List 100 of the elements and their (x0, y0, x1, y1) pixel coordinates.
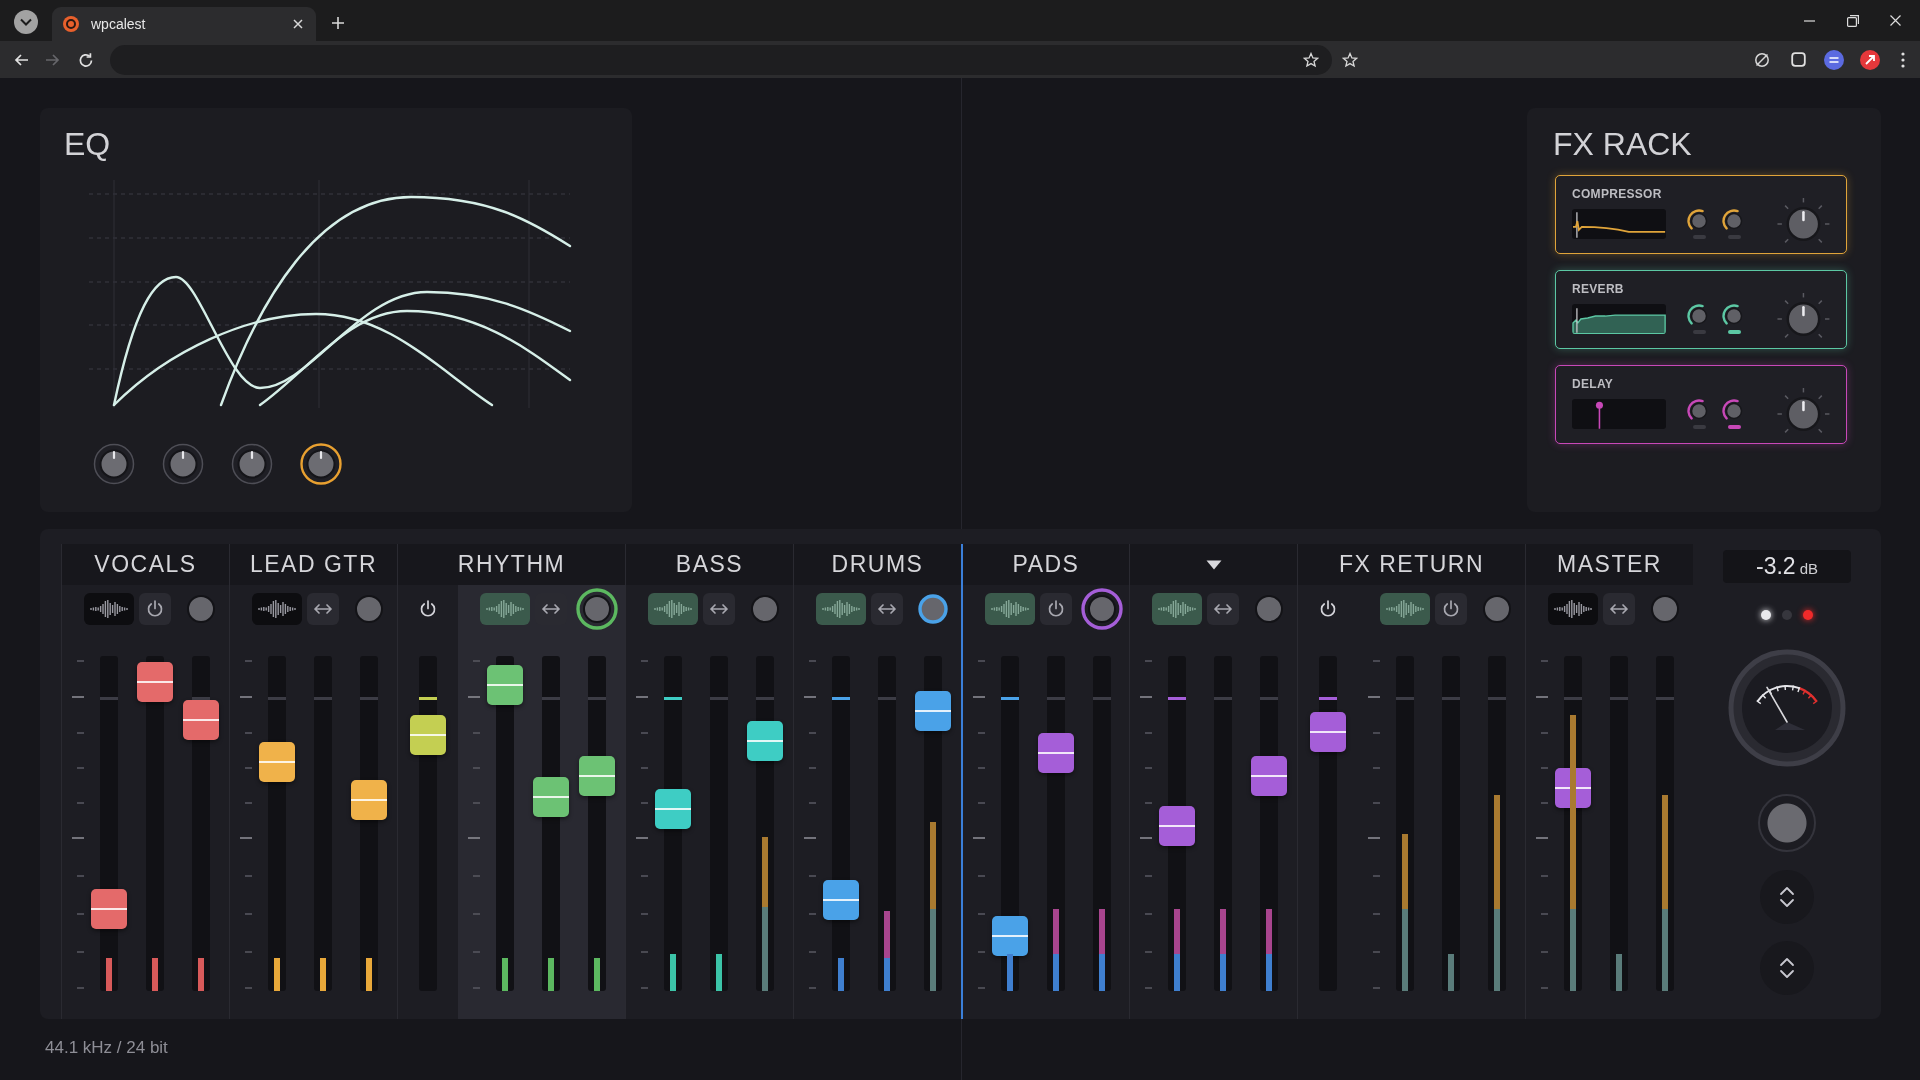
fader-thumb[interactable] (410, 715, 446, 755)
up-down-chevron-icon (1779, 957, 1795, 979)
arrow-right-icon (44, 51, 60, 68)
effect-name: REVERB (1572, 282, 1625, 296)
effect-card[interactable]: REVERB (1555, 270, 1847, 349)
fader-thumb[interactable] (655, 788, 691, 829)
tab-list-button[interactable] (14, 10, 38, 34)
fader-track[interactable] (1396, 656, 1414, 991)
restore-icon (1846, 14, 1859, 27)
fader-thumb[interactable] (1159, 806, 1195, 847)
power-icon (1318, 599, 1338, 619)
power-icon (418, 599, 438, 619)
fader-track[interactable] (878, 656, 896, 991)
channel-name: VOCALS (62, 544, 229, 585)
waveform-icon (484, 599, 526, 619)
fader-thumb[interactable] (823, 880, 859, 921)
fader-track[interactable] (710, 656, 728, 991)
fader-thumb[interactable] (487, 664, 523, 705)
waveform-icon (989, 599, 1031, 619)
fader-thumb[interactable] (992, 915, 1028, 956)
knob[interactable] (354, 594, 384, 624)
caret-down-icon[interactable] (1205, 559, 1222, 570)
close-icon (1890, 15, 1901, 26)
fader-thumb[interactable] (1310, 712, 1346, 753)
channel-name: MASTER (1526, 544, 1693, 585)
eq-knob[interactable] (300, 443, 342, 485)
panel-title: EQ (64, 125, 112, 164)
stereo-button[interactable] (307, 593, 339, 625)
effect-card[interactable]: DELAY (1555, 365, 1847, 444)
fader-thumb[interactable] (91, 889, 127, 930)
waveform-button[interactable] (985, 593, 1035, 625)
stereo-button[interactable] (1603, 593, 1635, 625)
stereo-button[interactable] (1207, 593, 1239, 625)
eq-knob[interactable] (231, 443, 273, 485)
readout-value: -3.2 (1756, 553, 1796, 580)
fader-thumb[interactable] (579, 756, 615, 797)
knob[interactable] (576, 588, 618, 630)
knob[interactable] (1650, 594, 1680, 624)
knob[interactable] (186, 594, 216, 624)
fader-thumb[interactable] (533, 776, 569, 817)
knob[interactable] (918, 594, 948, 624)
knob[interactable] (750, 594, 780, 624)
waveform-icon (652, 599, 694, 619)
fader-thumb[interactable] (915, 691, 951, 732)
waveform-icon (1552, 599, 1594, 619)
waveform-button[interactable] (1152, 593, 1202, 625)
fader-track[interactable] (1488, 656, 1506, 991)
double-arrow-icon (709, 602, 729, 616)
fader-thumb[interactable] (1251, 756, 1287, 797)
eq-knob[interactable] (93, 443, 135, 485)
address-field[interactable] (110, 44, 1332, 75)
double-arrow-icon (541, 602, 561, 616)
double-arrow-icon (313, 602, 333, 616)
fader-thumb[interactable] (351, 779, 387, 820)
up-down-chevron-icon (1779, 886, 1795, 908)
effect-name: COMPRESSOR (1572, 187, 1663, 201)
waveform-button[interactable] (1548, 593, 1598, 625)
waveform-icon (256, 599, 298, 619)
waveform-icon (1384, 599, 1426, 619)
waveform-button[interactable] (84, 593, 134, 625)
power-button[interactable] (1435, 593, 1467, 625)
fader-track[interactable] (1656, 656, 1674, 991)
square-icon (1790, 52, 1806, 67)
fader-thumb[interactable] (747, 720, 783, 761)
effect-card[interactable]: COMPRESSOR (1555, 175, 1847, 254)
waveform-button[interactable] (816, 593, 866, 625)
slash-circle-icon (1754, 51, 1770, 68)
waveform-button[interactable] (1380, 593, 1430, 625)
fader-thumb[interactable] (183, 700, 219, 741)
double-arrow-icon (1609, 602, 1629, 616)
fader-track[interactable] (1610, 656, 1628, 991)
eq-knob[interactable] (162, 443, 204, 485)
fader-thumb[interactable] (1038, 732, 1074, 773)
fader-track[interactable] (1214, 656, 1232, 991)
waveform-icon (88, 599, 130, 619)
waveform-icon (1156, 599, 1198, 619)
waveform-button[interactable] (648, 593, 698, 625)
power-button[interactable] (139, 593, 171, 625)
fader-thumb[interactable] (137, 661, 173, 702)
fader-track[interactable] (1093, 656, 1111, 991)
fader-thumb[interactable] (259, 741, 295, 782)
waveform-icon (820, 599, 862, 619)
waveform-button[interactable] (480, 593, 530, 625)
fader-track[interactable] (314, 656, 332, 991)
power-button[interactable] (1040, 593, 1072, 625)
knob[interactable] (1081, 588, 1123, 630)
channel-name: PADS (963, 544, 1129, 585)
knob[interactable] (1254, 594, 1284, 624)
minimize-icon (1804, 19, 1815, 22)
stereo-button[interactable] (703, 593, 735, 625)
fader-track[interactable] (1442, 656, 1460, 991)
power-icon (1046, 599, 1066, 619)
effect-name: DELAY (1572, 377, 1615, 391)
arrow-circle-icon (1860, 49, 1880, 70)
power-icon (145, 599, 165, 619)
stereo-button[interactable] (871, 593, 903, 625)
waveform-button[interactable] (252, 593, 302, 625)
browser-tab[interactable]: wpcalest (52, 7, 316, 41)
double-arrow-icon (877, 602, 897, 616)
knob[interactable] (1482, 594, 1512, 624)
